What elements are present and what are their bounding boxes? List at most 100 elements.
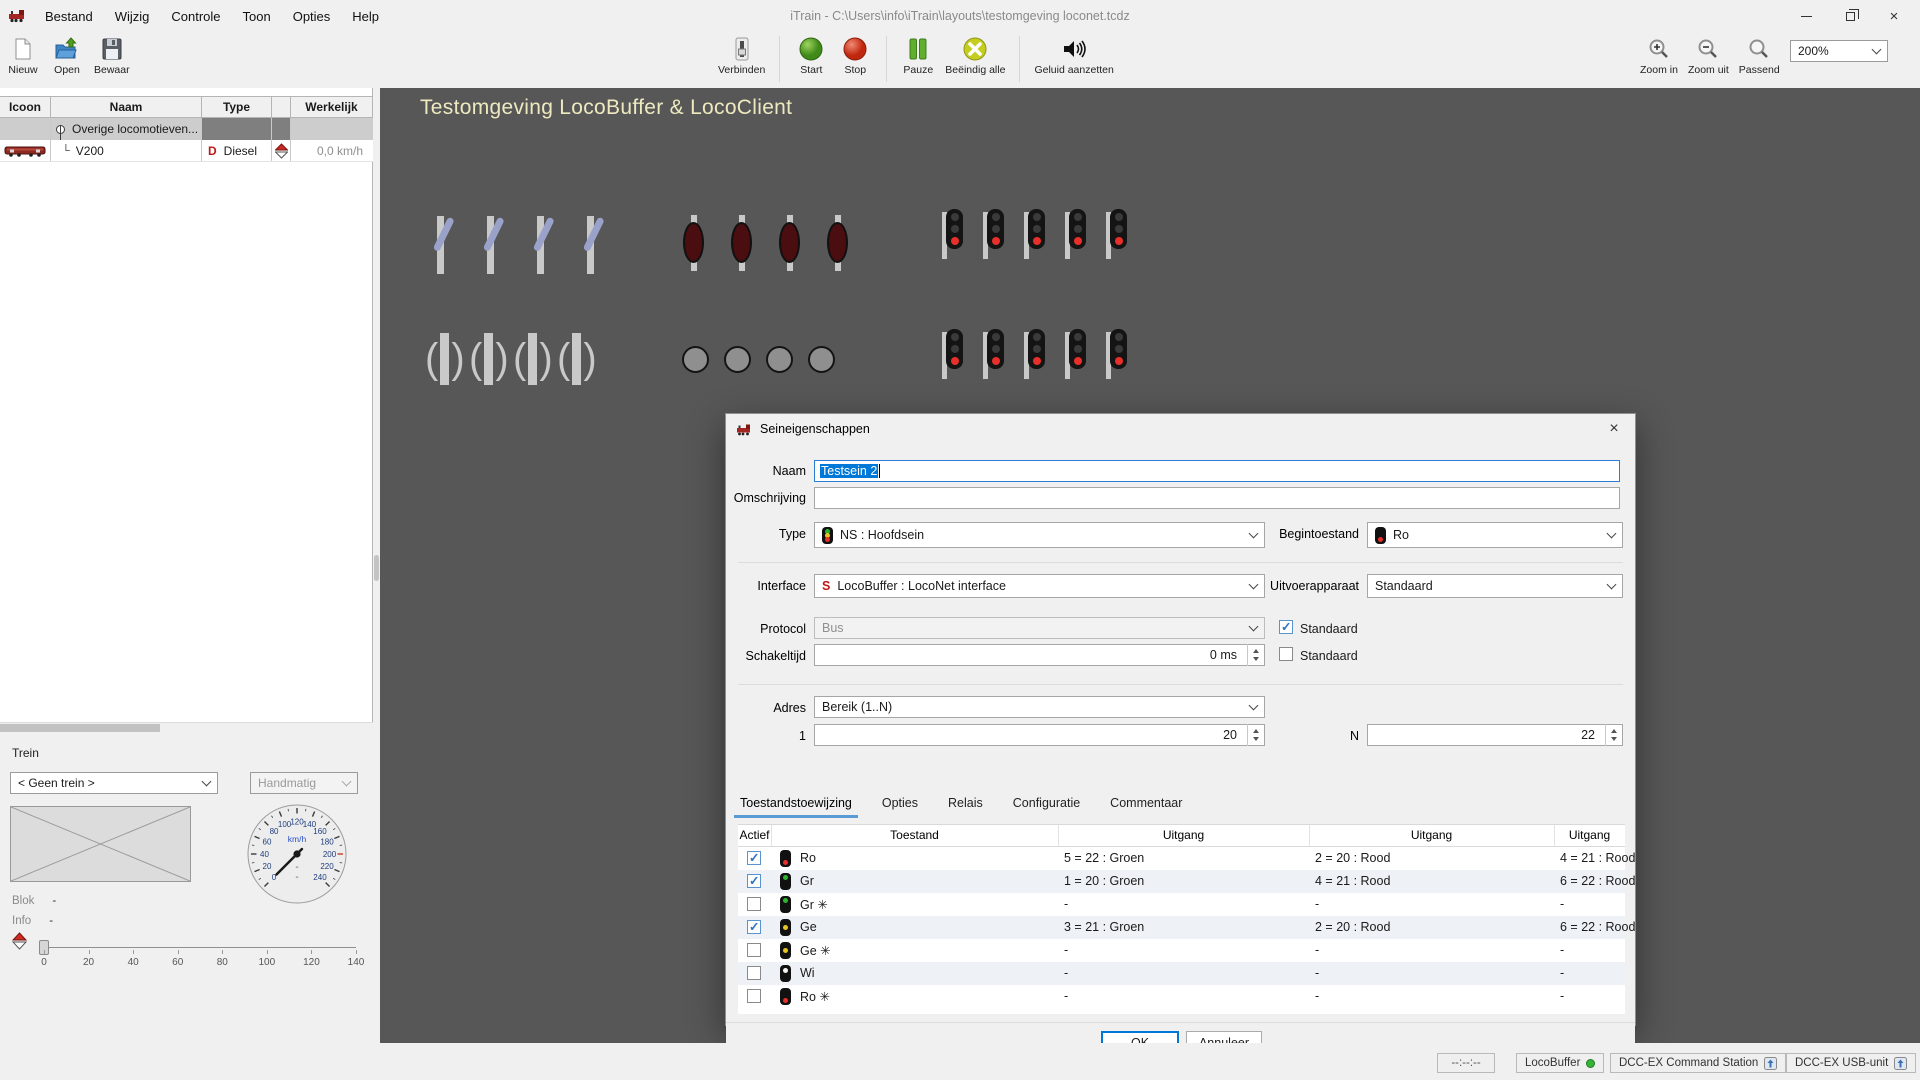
main-light-signal[interactable]	[942, 209, 964, 259]
train-select[interactable]: < Geen trein >	[10, 772, 218, 794]
state-row[interactable]: Ro5 = 22 : Groen2 = 20 : Rood4 = 21 : Ro…	[738, 847, 1625, 870]
gate-signal[interactable]: ()	[557, 332, 597, 386]
main-light-signal[interactable]	[1024, 209, 1046, 259]
semaphore-signal[interactable]	[473, 216, 499, 274]
main-light-signal[interactable]	[1065, 329, 1087, 379]
loc-group-row[interactable]: Overige locomotieven...	[0, 118, 373, 140]
gate-signal[interactable]: ()	[469, 332, 509, 386]
naam-input[interactable]: Testsein 2	[814, 460, 1620, 482]
connect-button[interactable]: Verbinden	[718, 36, 765, 76]
adres-select[interactable]: Bereik (1..N)	[814, 696, 1265, 718]
menu-opties[interactable]: Opties	[282, 3, 342, 30]
zoom-fit-button[interactable]: Passend	[1739, 36, 1780, 76]
type-label: Type	[726, 527, 806, 541]
close-button[interactable]: ×	[1872, 0, 1916, 32]
state-row[interactable]: Wi---	[738, 962, 1625, 985]
mode-select[interactable]: Handmatig	[250, 772, 358, 794]
state-row[interactable]: Ge3 = 21 : Groen2 = 20 : Rood6 = 22 : Ro…	[738, 916, 1625, 939]
spinner[interactable]	[1247, 644, 1264, 666]
panel-splitter[interactable]	[373, 88, 380, 1043]
omschrijving-input[interactable]	[814, 487, 1620, 509]
type-select[interactable]: NS : Hoofdsein	[814, 522, 1265, 548]
main-light-signal[interactable]	[983, 329, 1005, 379]
menu-bestand[interactable]: Bestand	[34, 3, 104, 30]
state-row[interactable]: Ro ✳---	[738, 985, 1625, 1008]
dialog-tab-commentaar[interactable]: Commentaar	[1108, 792, 1184, 818]
main-light-signal[interactable]	[1024, 329, 1046, 379]
state-active-checkbox[interactable]	[747, 966, 761, 980]
new-button[interactable]: Nieuw	[6, 36, 40, 76]
dialog-close-icon[interactable]: ×	[1601, 416, 1627, 442]
command-station-status[interactable]: DCC-EX Command Station	[1610, 1053, 1786, 1073]
disc-signal[interactable]	[724, 346, 751, 373]
state-active-checkbox[interactable]	[747, 989, 761, 1003]
minimize-button[interactable]	[1784, 0, 1828, 32]
sound-button[interactable]: Geluid aanzetten	[1034, 36, 1113, 76]
horizontal-scrollbar[interactable]	[0, 722, 373, 732]
dialog-tab-configuratie[interactable]: Configuratie	[1011, 792, 1082, 818]
open-button[interactable]: Open	[50, 36, 84, 76]
oval-signal[interactable]	[779, 215, 801, 271]
state-active-checkbox[interactable]	[747, 897, 761, 911]
state-active-checkbox[interactable]	[747, 874, 761, 888]
state-active-checkbox[interactable]	[747, 943, 761, 957]
range-high-input[interactable]: 22	[1367, 724, 1623, 746]
speed-slider-track[interactable]	[44, 947, 356, 948]
state-row[interactable]: Gr1 = 20 : Groen4 = 21 : Rood6 = 22 : Ro…	[738, 870, 1625, 893]
stop-button[interactable]: Stop	[838, 36, 872, 76]
start-button[interactable]: Start	[794, 36, 828, 76]
zoom-out-button[interactable]: Zoom uit	[1688, 36, 1729, 76]
state-row[interactable]: Gr ✳---	[738, 893, 1625, 916]
usb-unit-status[interactable]: DCC-EX USB-unit	[1786, 1053, 1916, 1073]
loc-row-v200[interactable]: └V200 DDiesel 0,0 km/h	[0, 140, 373, 162]
spinner[interactable]	[1605, 724, 1622, 746]
main-light-signal[interactable]	[1106, 329, 1128, 379]
restore-button[interactable]	[1828, 0, 1872, 32]
semaphore-signal[interactable]	[573, 216, 599, 274]
chevron-down-icon	[1607, 529, 1617, 539]
direction-icon[interactable]	[12, 932, 27, 955]
disc-signal[interactable]	[766, 346, 793, 373]
main-light-signal[interactable]	[1065, 209, 1087, 259]
zoom-level-select[interactable]: 200%	[1790, 40, 1888, 62]
oval-signal[interactable]	[827, 215, 849, 271]
schakeltijd-input[interactable]: 0 ms	[814, 644, 1265, 666]
dialog-tab-relais[interactable]: Relais	[946, 792, 985, 818]
dialog-tab-toestandstoewijzing[interactable]: Toestandstoewijzing	[738, 792, 854, 818]
disc-signal[interactable]	[808, 346, 835, 373]
pause-button[interactable]: Pauze	[901, 36, 935, 76]
speaker-icon	[1061, 36, 1087, 62]
gate-signal[interactable]: ()	[513, 332, 553, 386]
state-row[interactable]: Ge ✳---	[738, 939, 1625, 962]
direction-icon[interactable]	[275, 143, 288, 159]
uitvoerapparaat-select[interactable]: Standaard	[1367, 574, 1623, 598]
end-all-button[interactable]: Beëindig alle	[945, 36, 1005, 76]
new-file-icon	[10, 36, 36, 62]
semaphore-signal[interactable]	[523, 216, 549, 274]
zoom-in-button[interactable]: Zoom in	[1640, 36, 1678, 76]
menu-toon[interactable]: Toon	[232, 3, 282, 30]
menu-wijzig[interactable]: Wijzig	[104, 3, 161, 30]
menu-controle[interactable]: Controle	[160, 3, 231, 30]
menu-help[interactable]: Help	[341, 3, 390, 30]
gate-signal[interactable]: ()	[425, 332, 465, 386]
interface-select[interactable]: S LocoBuffer : LocoNet interface	[814, 574, 1265, 598]
disc-signal[interactable]	[682, 346, 709, 373]
oval-signal[interactable]	[731, 215, 753, 271]
standaard-checkbox-1[interactable]	[1279, 620, 1293, 634]
semaphore-signal[interactable]	[423, 216, 449, 274]
dialog-tab-opties[interactable]: Opties	[880, 792, 920, 818]
oval-signal[interactable]	[683, 215, 705, 271]
locobuffer-status[interactable]: LocoBuffer	[1516, 1053, 1604, 1073]
state-active-checkbox[interactable]	[747, 920, 761, 934]
scrollbar-thumb[interactable]	[0, 724, 160, 732]
standaard-checkbox-2[interactable]	[1279, 647, 1293, 661]
state-active-checkbox[interactable]	[747, 851, 761, 865]
splitter-handle[interactable]	[374, 555, 379, 581]
main-light-signal[interactable]	[942, 329, 964, 379]
main-light-signal[interactable]	[983, 209, 1005, 259]
range-low-input[interactable]: 20	[814, 724, 1265, 746]
save-button[interactable]: Bewaar	[94, 36, 130, 76]
begintoestand-select[interactable]: Ro	[1367, 522, 1623, 548]
main-light-signal[interactable]	[1106, 209, 1128, 259]
